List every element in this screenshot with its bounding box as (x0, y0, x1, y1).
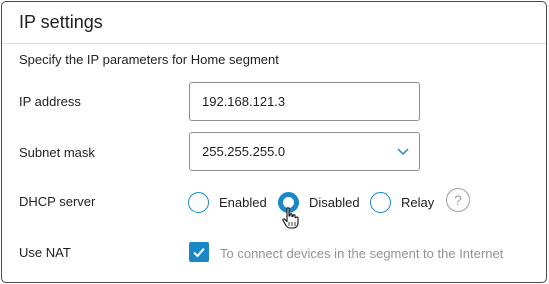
subnet-mask-select[interactable]: 255.255.255.0 (189, 132, 420, 171)
chevron-down-icon (397, 148, 409, 156)
radio-label: Disabled (309, 195, 360, 210)
panel-subtitle: Specify the IP parameters for Home segme… (19, 52, 279, 67)
dhcp-server-label: DHCP server (19, 194, 96, 209)
radio-label: Relay (401, 195, 435, 210)
ip-address-field[interactable]: 192.168.121.3 (189, 82, 420, 121)
radio-label: Enabled (219, 195, 267, 210)
subnet-mask-value: 255.255.255.0 (202, 144, 286, 159)
ip-settings-panel: IP settings Specify the IP parameters fo… (1, 1, 547, 283)
use-nat-description: To connect devices in the segment to the… (220, 246, 504, 261)
checkmark-icon (193, 247, 205, 258)
subnet-mask-label: Subnet mask (19, 145, 95, 160)
panel-title: IP settings (19, 12, 103, 32)
ip-address-label: IP address (19, 94, 81, 109)
title-divider (2, 43, 546, 44)
radio-circle[interactable] (188, 192, 209, 213)
help-icon[interactable]: ? (446, 188, 470, 212)
use-nat-checkbox[interactable] (189, 242, 209, 262)
hand-pointer-icon (282, 207, 299, 229)
ip-address-value: 192.168.121.3 (202, 94, 286, 109)
use-nat-label: Use NAT (19, 245, 71, 260)
radio-circle[interactable] (370, 192, 391, 213)
